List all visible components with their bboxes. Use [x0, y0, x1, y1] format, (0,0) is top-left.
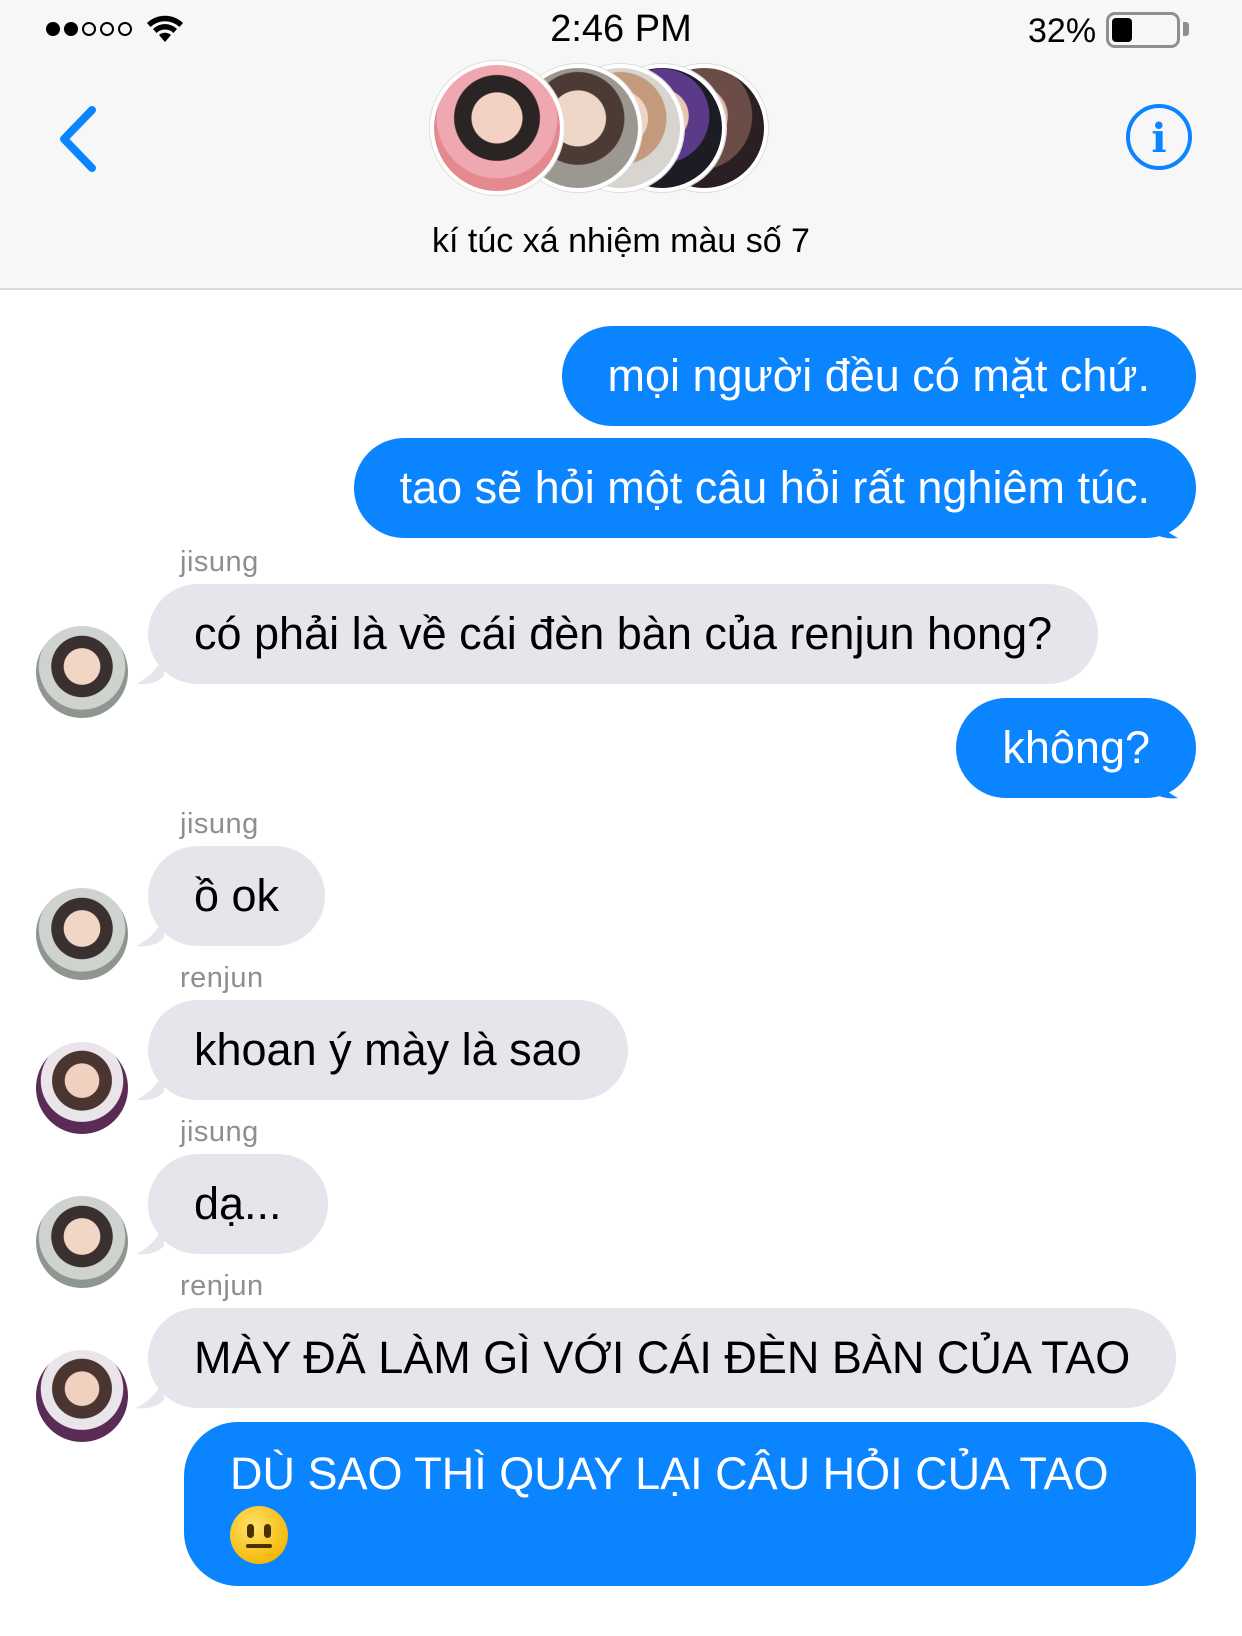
back-button[interactable]: [52, 104, 106, 174]
sender-name: jisung: [180, 546, 259, 578]
battery-percent: 32%: [1028, 12, 1097, 50]
sender-name: renjun: [180, 962, 264, 994]
incoming-message[interactable]: có phải là về cái đèn bàn của renjun hon…: [148, 584, 1099, 684]
group-avatar-stack[interactable]: [430, 61, 790, 195]
sender-name: jisung: [180, 1116, 259, 1148]
outgoing-message[interactable]: tao sẽ hỏi một câu hỏi rất nghiêm túc.: [353, 438, 1196, 538]
outgoing-message[interactable]: DÙ SAO THÌ QUAY LẠI CÂU HỎI CỦA TAO: [184, 1422, 1196, 1586]
sender-avatar[interactable]: [36, 1350, 128, 1442]
message-text: có phải là về cái đèn bàn của renjun hon…: [194, 608, 1053, 659]
sender-name: jisung: [180, 808, 259, 840]
battery-level: [1112, 18, 1132, 42]
bubble-tail: [136, 1066, 164, 1101]
bubble-tail: [136, 1374, 164, 1409]
message-text: ồ ok: [194, 870, 280, 921]
message-text: mọi người đều có mặt chứ.: [607, 350, 1150, 401]
message-text: DÙ SAO THÌ QUAY LẠI CÂU HỎI CỦA TAO: [230, 1448, 1109, 1499]
sender-avatar[interactable]: [36, 1196, 128, 1288]
message-text: tao sẽ hỏi một câu hỏi rất nghiêm túc.: [399, 462, 1150, 513]
message-text: khoan ý mày là sao: [194, 1024, 582, 1075]
battery-icon: [1106, 12, 1180, 48]
info-button[interactable]: i: [1124, 102, 1194, 172]
message-text: không?: [1002, 722, 1150, 773]
sender-avatar[interactable]: [36, 1042, 128, 1134]
battery-tip: [1183, 22, 1189, 36]
incoming-message[interactable]: khoan ý mày là sao: [148, 1000, 628, 1100]
message-text: dạ...: [194, 1178, 282, 1229]
incoming-message[interactable]: ồ ok: [148, 846, 326, 946]
group-member-avatar: [430, 61, 564, 195]
outgoing-message[interactable]: mọi người đều có mặt chứ.: [561, 326, 1196, 426]
sender-avatar[interactable]: [36, 626, 128, 718]
status-bar: 2:46 PM 32%: [0, 0, 1242, 60]
neutral-face-emoji: [230, 1506, 288, 1565]
svg-text:i: i: [1151, 115, 1166, 162]
sender-avatar[interactable]: [36, 888, 128, 980]
bubble-tail: [136, 650, 164, 685]
conversation-header: 2:46 PM 32% kí túc xá nhiệm màu số 7 i: [0, 0, 1242, 290]
incoming-message[interactable]: dạ...: [148, 1154, 328, 1254]
chevron-left-icon: [60, 106, 96, 172]
incoming-message[interactable]: MÀY ĐÃ LÀM GÌ VỚI CÁI ĐÈN BÀN CỦA TAO: [148, 1308, 1177, 1408]
bubble-tail: [1150, 504, 1178, 539]
bubble-tail: [1150, 764, 1178, 799]
group-name[interactable]: kí túc xá nhiệm màu số 7: [0, 222, 1242, 261]
chat-screen: 2:46 PM 32% kí túc xá nhiệm màu số 7 i m…: [0, 0, 1242, 1636]
bubble-tail: [136, 1220, 164, 1255]
bubble-tail: [136, 912, 164, 947]
message-list[interactable]: mọi người đều có mặt chứ. tao sẽ hỏi một…: [0, 290, 1242, 1636]
message-text: MÀY ĐÃ LÀM GÌ VỚI CÁI ĐÈN BÀN CỦA TAO: [194, 1332, 1131, 1383]
sender-name: renjun: [180, 1270, 264, 1302]
